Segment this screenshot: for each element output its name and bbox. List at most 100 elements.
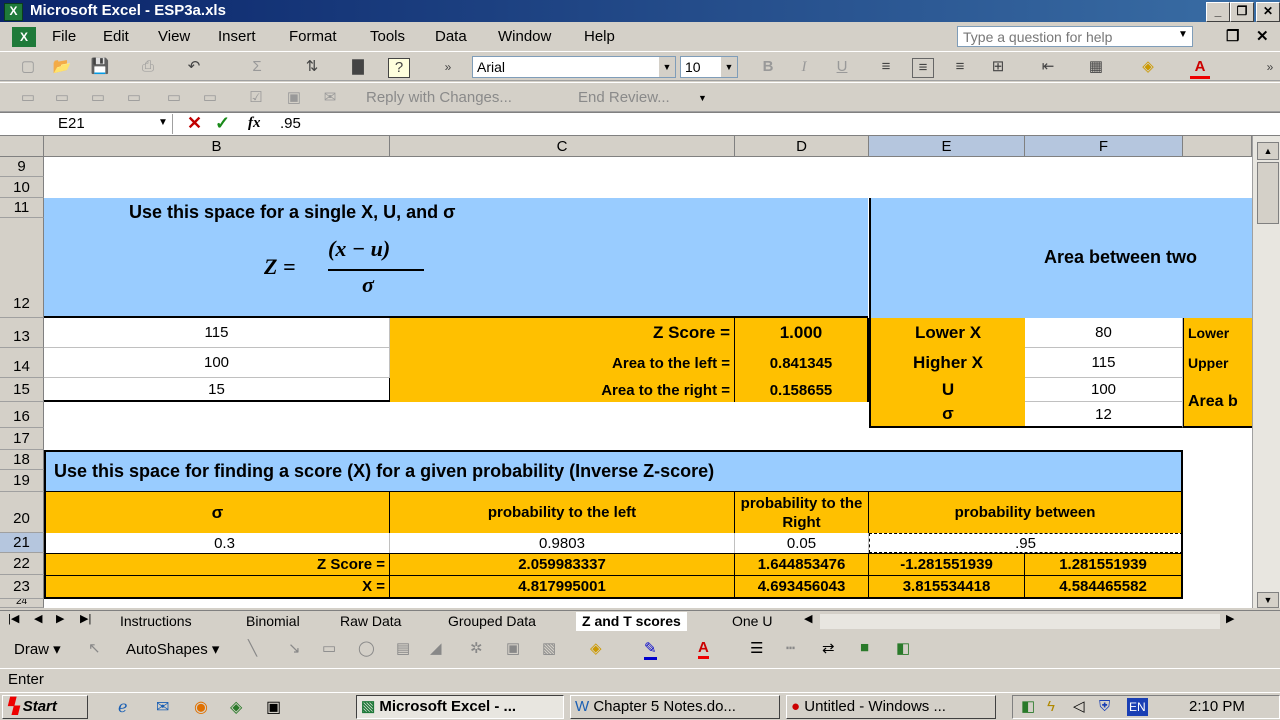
task-word[interactable]: W Chapter 5 Notes.do... xyxy=(570,695,780,719)
cell-d21[interactable]: 0.05 xyxy=(735,533,869,553)
show-comment-icon[interactable]: ▭ xyxy=(124,89,144,107)
task-windows-movie[interactable]: ● Untitled - Windows ... xyxy=(786,695,996,719)
cell-d13[interactable]: 1.000 xyxy=(735,318,869,348)
show-desktop-icon[interactable]: ▣ xyxy=(266,697,281,717)
cell-g14[interactable]: Upper xyxy=(1183,348,1252,378)
quick-launch-icon[interactable]: ◈ xyxy=(230,697,242,717)
menu-help[interactable]: Help xyxy=(584,28,615,45)
cell-b13[interactable]: 115 xyxy=(44,318,390,348)
track-changes-icon[interactable]: ☑ xyxy=(246,89,266,107)
row-header-18[interactable]: 18 xyxy=(0,450,44,470)
name-box[interactable]: E21 ▼ xyxy=(2,114,173,134)
more-buttons-icon[interactable]: » xyxy=(438,58,458,76)
cell-d23[interactable]: 4.693456043 xyxy=(735,575,869,599)
italic-icon[interactable]: I xyxy=(794,58,814,76)
media-player-icon[interactable]: ◉ xyxy=(194,697,208,717)
header-prob-between[interactable]: probability between xyxy=(869,492,1183,533)
workbook-icon[interactable]: X xyxy=(12,27,36,47)
line-color-icon[interactable]: ✎ xyxy=(644,639,657,660)
cell-f23[interactable]: 4.584465582 xyxy=(1025,575,1183,599)
menu-edit[interactable]: Edit xyxy=(103,28,129,45)
column-header-g[interactable] xyxy=(1183,136,1252,157)
doc-close-icon[interactable]: ✕ xyxy=(1256,27,1269,45)
next-comment-icon[interactable]: ▭ xyxy=(88,89,108,107)
tray-volume-icon[interactable]: ◁ xyxy=(1073,696,1085,718)
cell-d15[interactable]: 0.158655 xyxy=(735,378,869,402)
tab-binomial[interactable]: Binomial xyxy=(240,612,306,631)
show-all-comments-icon[interactable]: ▭ xyxy=(164,89,184,107)
align-left-icon[interactable]: ≡ xyxy=(876,58,896,76)
cell-c23[interactable]: 4.817995001 xyxy=(390,575,735,599)
cell-b21[interactable]: 0.3 xyxy=(44,533,390,553)
header-prob-right[interactable]: probability to the Right xyxy=(735,492,869,533)
align-center-icon[interactable]: ≡ xyxy=(912,58,934,78)
rectangle-icon[interactable]: ▭ xyxy=(322,639,336,657)
tray-security-icon[interactable]: ⛨ xyxy=(1099,696,1110,718)
excel-app-icon[interactable]: X xyxy=(4,3,23,21)
arrow-style-icon[interactable]: ⇄ xyxy=(822,639,835,657)
close-button[interactable]: ✕ xyxy=(1256,2,1280,22)
restore-button[interactable]: ❐ xyxy=(1230,2,1254,22)
cell-g13[interactable]: Lower xyxy=(1183,318,1252,348)
row-header-24[interactable]: 24 xyxy=(0,599,44,608)
cell-e21-active[interactable]: .95 xyxy=(869,533,1183,553)
cell-c14[interactable]: Area to the left = xyxy=(390,348,735,378)
cell-d14[interactable]: 0.841345 xyxy=(735,348,869,378)
dash-style-icon[interactable]: ┅ xyxy=(786,639,795,657)
next-sheet-icon[interactable]: ▶ xyxy=(56,612,64,625)
menu-file[interactable]: File xyxy=(52,28,76,45)
cell-b23[interactable]: X = xyxy=(44,575,390,599)
fill-color-icon[interactable]: ◈ xyxy=(1138,58,1158,76)
row-header-17[interactable]: 17 xyxy=(0,428,44,450)
outlook-icon[interactable]: ✉ xyxy=(156,697,169,717)
select-all-corner[interactable] xyxy=(0,136,44,157)
row-header-20[interactable]: 20 xyxy=(0,492,44,533)
column-header-b[interactable]: B xyxy=(44,136,390,157)
reviewing-options-icon[interactable]: ▼ xyxy=(698,93,707,103)
menu-data[interactable]: Data xyxy=(435,28,467,45)
tab-scroll-left-icon[interactable]: ◀ xyxy=(804,612,812,625)
horizontal-scrollbar[interactable] xyxy=(820,614,1220,629)
cell-c13[interactable]: Z Score = xyxy=(390,318,735,348)
delete-comment-icon[interactable]: ▭ xyxy=(200,89,220,107)
header-sigma[interactable]: σ xyxy=(44,492,390,533)
cell-g15[interactable]: Area b xyxy=(1183,378,1252,428)
row-header-9[interactable]: 9 xyxy=(0,157,44,177)
menu-tools[interactable]: Tools xyxy=(370,28,405,45)
cell-b22[interactable]: Z Score = xyxy=(44,553,390,575)
cell-c21[interactable]: 0.9803 xyxy=(390,533,735,553)
autosum-icon[interactable]: Σ xyxy=(247,58,267,76)
new-icon[interactable]: ▢ xyxy=(18,58,38,76)
align-right-icon[interactable]: ≡ xyxy=(950,58,970,76)
reply-with-changes-button[interactable]: Reply with Changes... xyxy=(366,89,512,106)
menu-view[interactable]: View xyxy=(158,28,190,45)
first-sheet-icon[interactable]: |◀ xyxy=(8,612,19,625)
send-to-icon[interactable]: ✉ xyxy=(320,89,340,107)
row-header-14[interactable]: 14 xyxy=(0,348,44,378)
cell-e13[interactable]: Lower X xyxy=(869,318,1025,348)
line-icon[interactable]: ╲ xyxy=(248,639,257,657)
cell-f14[interactable]: 115 xyxy=(1025,348,1183,378)
menu-insert[interactable]: Insert xyxy=(218,28,256,45)
formula-input[interactable]: .95 xyxy=(280,115,301,132)
row-header-19[interactable]: 19 xyxy=(0,470,44,492)
cell-e16[interactable]: σ xyxy=(869,402,1025,428)
cell-e15[interactable]: U xyxy=(869,378,1025,402)
column-header-f[interactable]: F xyxy=(1025,136,1183,157)
prev-comment-icon[interactable]: ▭ xyxy=(52,89,72,107)
save-icon[interactable]: 💾 xyxy=(90,58,110,76)
task-excel[interactable]: ▧ Microsoft Excel - ... xyxy=(356,695,564,719)
bold-icon[interactable]: B xyxy=(758,58,778,76)
cell-f22[interactable]: 1.281551939 xyxy=(1025,553,1183,575)
tab-instructions[interactable]: Instructions xyxy=(114,612,198,631)
line-style-icon[interactable]: ☰ xyxy=(750,639,763,657)
font-color-icon[interactable]: A xyxy=(1190,58,1210,79)
tab-z-and-t-scores[interactable]: Z and T scores xyxy=(576,612,687,631)
language-indicator[interactable]: EN xyxy=(1127,698,1148,716)
help-search-input[interactable]: Type a question for help xyxy=(957,26,1193,47)
insert-function-icon[interactable]: fx xyxy=(248,115,261,132)
tab-grouped-data[interactable]: Grouped Data xyxy=(442,612,542,631)
fill-color-draw-icon[interactable]: ◈ xyxy=(590,639,602,657)
tray-network-icon[interactable]: ◧ xyxy=(1021,696,1035,718)
select-objects-icon[interactable]: ↖ xyxy=(88,639,101,657)
